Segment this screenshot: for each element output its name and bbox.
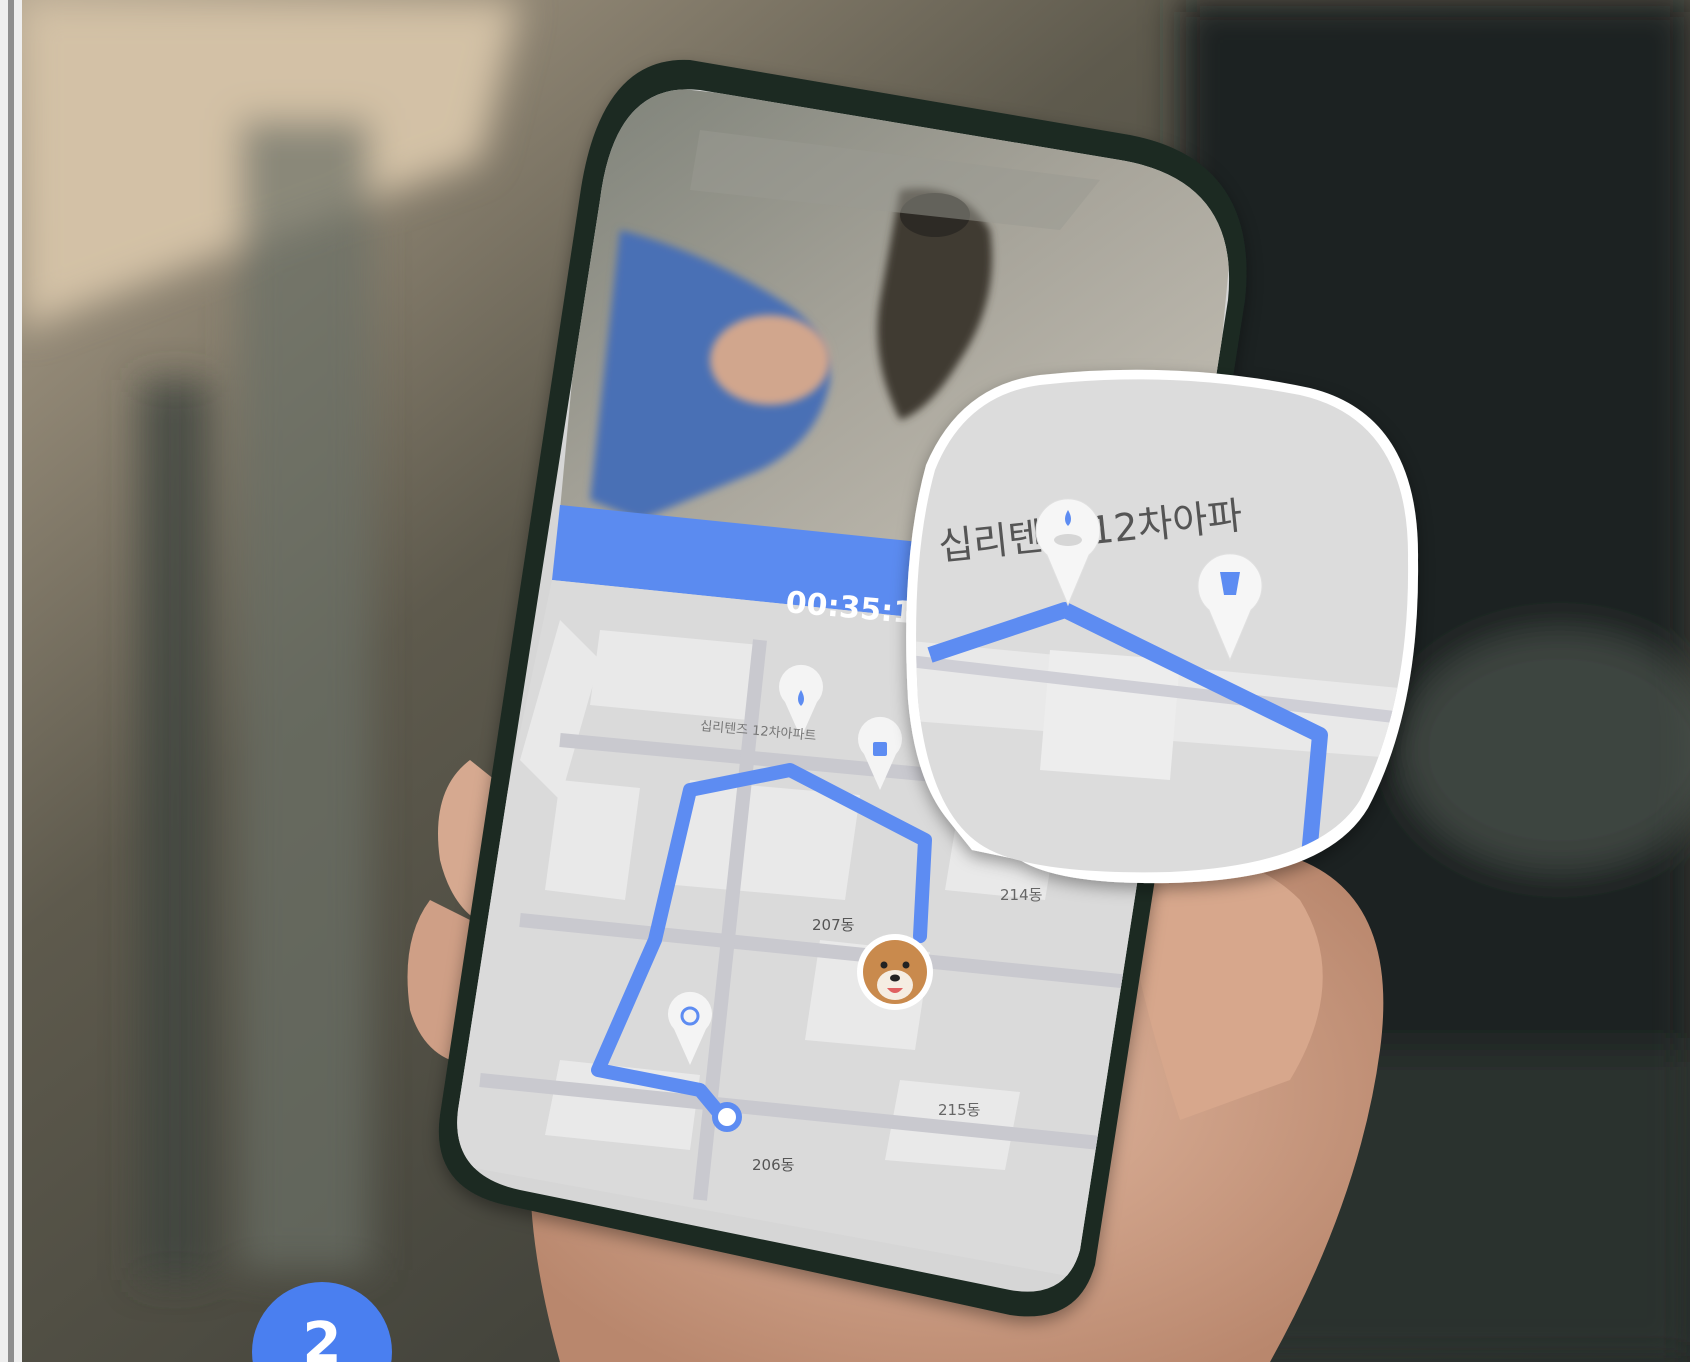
route-start-dot <box>712 1102 742 1132</box>
scene-illustration: 207동 214동 215동 206동 십리텐즈 12차아파트 00:35:1 … <box>0 0 1690 1362</box>
left-frame-line <box>8 0 14 1362</box>
photo-scene: 207동 214동 215동 206동 십리텐즈 12차아파트 00:35:1 … <box>0 0 1690 1362</box>
building-label-214: 214동 <box>1000 886 1043 904</box>
building-label-215: 215동 <box>938 1101 981 1119</box>
step-badge-number: 2 <box>303 1311 342 1362</box>
building-label-206: 206동 <box>752 1156 795 1174</box>
dog-avatar[interactable] <box>857 934 933 1010</box>
building-label-207: 207동 <box>812 916 855 934</box>
zoom-map: 십리텐즈 12차아파 <box>916 379 1409 873</box>
